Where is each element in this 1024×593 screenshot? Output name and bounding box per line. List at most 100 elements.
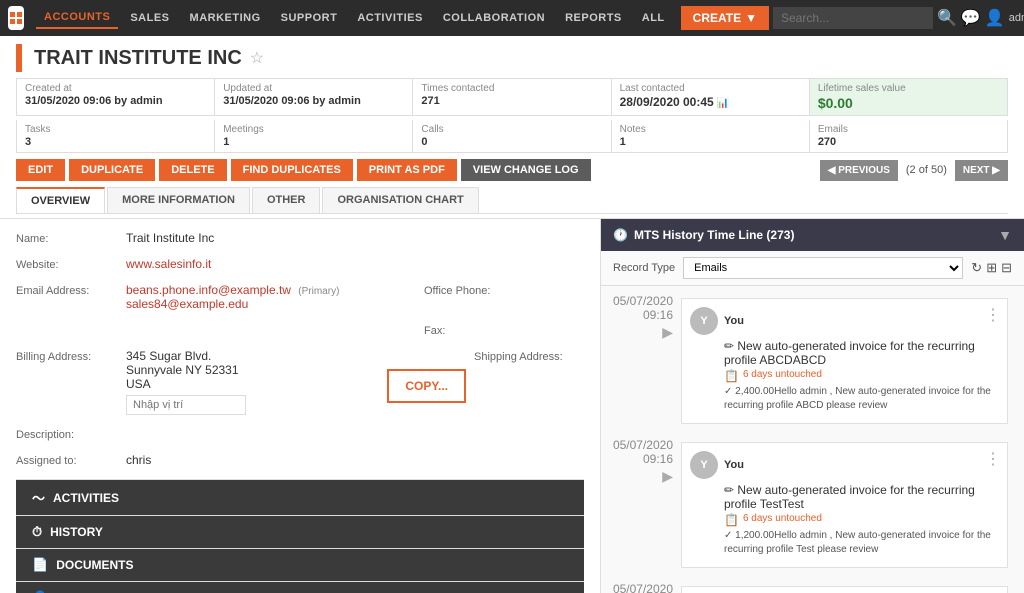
view-change-log-button[interactable]: VIEW CHANGE LOG: [461, 159, 591, 181]
lifetime-value-cell: Lifetime sales value $0.00: [810, 79, 1007, 115]
arrow-2: ▶: [609, 468, 673, 485]
history-section[interactable]: ⏱ HISTORY: [16, 516, 584, 549]
billing-label: Billing Address:: [16, 349, 126, 363]
date-1: 05/07/2020: [609, 294, 673, 308]
nav-activities[interactable]: ACTIVITIES: [349, 8, 431, 28]
timeline-entry-3: Y You ⋮ ✏ New auto-generated invoice for…: [681, 586, 1008, 593]
duplicate-button[interactable]: DUPLICATE: [69, 159, 155, 181]
times-contacted-cell: Times contacted 271: [413, 79, 611, 115]
activities-section[interactable]: 〜 ACTIVITIES: [16, 480, 584, 516]
expand-icon[interactable]: ⊟: [1001, 260, 1012, 276]
timeline-header: 🕐 MTS History Time Line (273) ▼: [601, 219, 1024, 251]
title-accent: [16, 44, 22, 72]
edit-button[interactable]: EDIT: [16, 159, 65, 181]
billing-line1: 345 Sugar Blvd.: [126, 349, 375, 363]
email-field-row: Email Address: beans.phone.info@example.…: [16, 283, 584, 311]
copy-button[interactable]: COPY...: [387, 369, 466, 403]
refresh-icon[interactable]: ↻: [971, 260, 982, 276]
fax-col: Fax:: [424, 323, 584, 337]
nav-sales[interactable]: SALES: [122, 8, 177, 28]
top-navigation: ACCOUNTS SALES MARKETING SUPPORT ACTIVIT…: [0, 0, 1024, 36]
activities-icon: 〜: [32, 488, 45, 507]
emails-cell: Emails 270: [810, 120, 1007, 152]
time-1: 09:16: [609, 308, 673, 322]
entry-author-2: You: [724, 459, 744, 471]
nav-all[interactable]: ALL: [634, 8, 673, 28]
tab-overview[interactable]: OVERVIEW: [16, 187, 105, 213]
entry-body-2: ✏ New auto-generated invoice for the rec…: [690, 483, 999, 557]
logo[interactable]: [8, 6, 24, 30]
next-button[interactable]: NEXT ▶: [955, 160, 1008, 181]
find-duplicates-button[interactable]: FIND DUPLICATES: [231, 159, 353, 181]
activities-label: ACTIVITIES: [53, 491, 119, 505]
timeline-entry-1: Y You ⋮ ✏ New auto-generated invoice for…: [681, 298, 1008, 424]
timeline-toggle-btn[interactable]: ▼: [998, 227, 1012, 243]
billing-input[interactable]: [126, 395, 246, 415]
history-label: HISTORY: [50, 525, 103, 539]
entry-line1-1: ✏ New auto-generated invoice for the rec…: [724, 339, 999, 367]
action-buttons: EDIT DUPLICATE DELETE FIND DUPLICATES PR…: [16, 159, 1008, 181]
clock-icon: 🕐: [613, 228, 628, 242]
nav-marketing[interactable]: MARKETING: [182, 8, 269, 28]
documents-label: DOCUMENTS: [56, 558, 133, 572]
nav-reports[interactable]: REPORTS: [557, 8, 630, 28]
description-label: Description:: [16, 427, 126, 441]
entry-line3-1: ✓ 2,400.00Hello admin , New auto-generat…: [724, 385, 999, 413]
tab-more-information[interactable]: MORE INFORMATION: [107, 187, 250, 213]
create-button[interactable]: CREATE ▼: [681, 6, 769, 30]
record-type-row: Record Type Emails ↻ ⊞ ⊟: [601, 251, 1024, 286]
previous-button[interactable]: ◀ PREVIOUS: [820, 160, 898, 181]
documents-section[interactable]: 📄 DOCUMENTS: [16, 549, 584, 582]
entry-author-1: You: [724, 315, 744, 327]
tasks-cell: Tasks 3: [17, 120, 215, 152]
delete-button[interactable]: DELETE: [159, 159, 226, 181]
left-panel: Name: Trait Institute Inc Website: www.s…: [0, 219, 600, 593]
entry-container-1: Y You ⋮ ✏ New auto-generated invoice for…: [681, 286, 1024, 430]
address-row: Billing Address: 345 Sugar Blvd. Sunnyva…: [16, 349, 584, 415]
record-type-select[interactable]: Emails: [683, 257, 963, 279]
grid-icon[interactable]: ⊞: [986, 260, 997, 276]
website-link[interactable]: www.salesinfo.it: [126, 257, 211, 271]
meta-row-2: Tasks 3 Meetings 1 Calls 0 Notes 1 Email…: [16, 120, 1008, 153]
contacts-section[interactable]: 👤 CONTACTS: [16, 582, 584, 593]
name-value: Trait Institute Inc: [126, 231, 584, 245]
right-panel: 🕐 MTS History Time Line (273) ▼ Record T…: [600, 219, 1024, 593]
record-type-label: Record Type: [613, 262, 675, 274]
website-value: www.salesinfo.it: [126, 257, 584, 271]
entry-line1-2: ✏ New auto-generated invoice for the rec…: [724, 483, 999, 511]
date-3: 05/07/2020: [609, 582, 673, 593]
nav-collaboration[interactable]: COLLABORATION: [435, 8, 553, 28]
favorite-icon[interactable]: ☆: [250, 48, 264, 68]
created-cell: Created at 31/05/2020 09:06 by admin: [17, 79, 215, 115]
tab-other[interactable]: OTHER: [252, 187, 321, 213]
bottom-sections: 〜 ACTIVITIES ⏱ HISTORY 📄 DOCUMENTS 👤 CON…: [16, 479, 584, 593]
entry-more-1[interactable]: ⋮: [985, 305, 1001, 325]
timeline-group-1: 05/07/2020 09:16 ▶ Y You ⋮ ✏ New auto-ge…: [601, 286, 1024, 430]
nav-support[interactable]: SUPPORT: [273, 8, 346, 28]
print-as-pdf-button[interactable]: PRINT AS PDF: [357, 159, 457, 181]
last-contacted-cell: Last contacted 28/09/2020 00:45 📊: [612, 79, 810, 115]
entry-more-2[interactable]: ⋮: [985, 449, 1001, 469]
entry-header-2: Y You: [690, 451, 999, 479]
record-type-icons: ↻ ⊞ ⊟: [971, 260, 1012, 276]
entry-container-2: Y You ⋮ ✏ New auto-generated invoice for…: [681, 430, 1024, 574]
search-input[interactable]: [773, 7, 933, 29]
billing-address: 345 Sugar Blvd. Sunnyvale NY 52331 USA: [126, 349, 375, 415]
timeline-entry-2: Y You ⋮ ✏ New auto-generated invoice for…: [681, 442, 1008, 568]
nav-accounts[interactable]: ACCOUNTS: [36, 7, 118, 29]
clipboard-icon-2: 📋: [724, 513, 739, 527]
tabs: OVERVIEW MORE INFORMATION OTHER ORGANISA…: [16, 187, 1008, 214]
arrow-1: ▶: [609, 324, 673, 341]
date-col-1: 05/07/2020 09:16 ▶: [601, 286, 681, 430]
title-row: TRAIT INSTITUTE INC ☆: [16, 44, 1008, 72]
email2-link[interactable]: sales84@example.edu: [126, 297, 248, 311]
search-icon[interactable]: 🔍: [937, 8, 957, 28]
entry-container-3: Y You ⋮ ✏ New auto-generated invoice for…: [681, 574, 1024, 593]
admin-label: admin: [1009, 12, 1024, 24]
tab-organisation-chart[interactable]: ORGANISATION CHART: [322, 187, 478, 213]
description-row: Description:: [16, 427, 584, 441]
email1-link[interactable]: beans.phone.info@example.tw: [126, 283, 291, 297]
user-icon[interactable]: 👤: [985, 8, 1005, 28]
chat-icon[interactable]: 💬: [961, 8, 981, 28]
assigned-label: Assigned to:: [16, 453, 126, 467]
